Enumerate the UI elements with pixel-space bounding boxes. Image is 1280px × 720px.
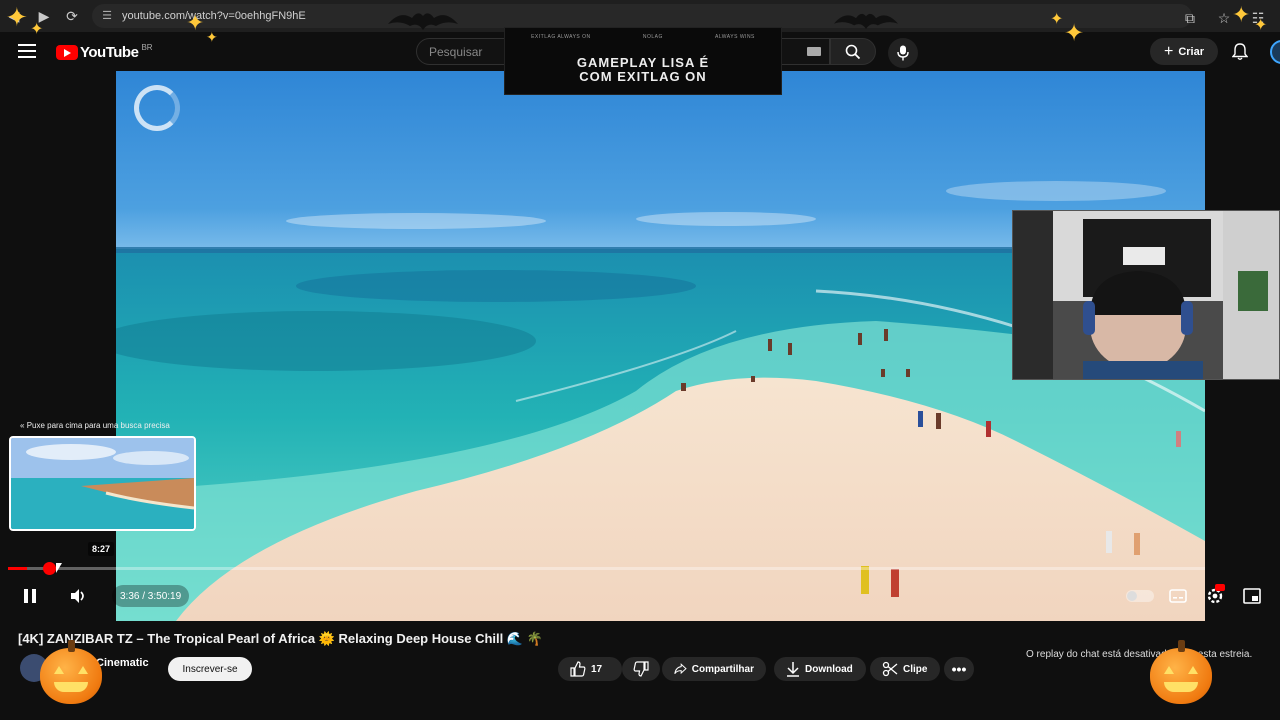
menu-icon[interactable] [18, 44, 36, 58]
fullscreen-icon[interactable] [1240, 584, 1264, 608]
player-controls: 3:36 / 3:50:19 [0, 582, 1280, 610]
volume-icon[interactable] [66, 584, 90, 608]
sponsor-title: GAMEPLAY LISA É COM EXITLAG ON [505, 56, 781, 84]
sparkle-decoration-icon: ✦ [186, 10, 205, 35]
preview-scene [11, 438, 194, 529]
mouse-cursor-icon [56, 563, 62, 573]
channel-watermark-icon[interactable] [134, 85, 180, 131]
notifications-button[interactable] [1230, 42, 1250, 62]
url-text: youtube.com/watch?v=0oehhgFN9hE [122, 10, 306, 22]
progress-played [8, 567, 27, 570]
search-placeholder: Pesquisar [429, 44, 483, 59]
sparkle-decoration-icon: ✦ [6, 2, 28, 32]
subscribe-button[interactable]: Inscrever-se [168, 657, 252, 681]
progress-bar[interactable] [8, 562, 1205, 575]
download-icon [787, 662, 799, 677]
site-info-icon[interactable]: ☰ [100, 9, 114, 23]
chat-replay-disabled-notice: O replay do chat está desativado para es… [1026, 649, 1253, 660]
sponsor-item: NOLAG [642, 34, 663, 40]
autoplay-toggle[interactable] [1126, 590, 1154, 602]
pumpkin-decoration-icon [40, 640, 102, 704]
sponsor-banner: EXITLAG ALWAYS ON NOLAG ALWAYS WINS GAME… [504, 27, 782, 95]
plus-icon: + [1163, 42, 1174, 60]
search-icon [845, 44, 861, 59]
sparkle-decoration-icon: ✦ [206, 29, 218, 45]
address-bar[interactable]: ☰ youtube.com/watch?v=0oehhgFN9hE [92, 4, 1192, 28]
share-label: Compartilhar [691, 663, 754, 675]
logo-text: YouTube [80, 44, 139, 61]
sparkle-decoration-icon: ✦ [1254, 17, 1268, 34]
voice-search-button[interactable] [888, 38, 918, 68]
pumpkin-decoration-icon [1150, 640, 1212, 704]
thumbs-up-icon [570, 661, 586, 677]
share-button[interactable]: Compartilhar [662, 657, 766, 681]
sponsor-item: ALWAYS WINS [715, 34, 755, 40]
sponsor-title-line: GAMEPLAY LISA É [576, 55, 710, 70]
seek-preview-time: 8:27 [88, 542, 115, 556]
hd-badge [1215, 584, 1225, 591]
scissors-icon [882, 661, 898, 677]
sponsor-title-line: COM EXITLAG ON [579, 69, 707, 84]
progress-scrubber[interactable] [43, 562, 56, 575]
settings-gear-icon[interactable] [1203, 584, 1227, 608]
bat-decoration-icon [834, 13, 898, 30]
clip-label: Clipe [903, 663, 928, 675]
video-title: [4K] ZANZIBAR TZ – The Tropical Pearl of… [18, 631, 543, 646]
sparkle-decoration-icon: ✦ [1064, 20, 1085, 47]
bell-icon [1232, 43, 1248, 60]
more-actions-button[interactable]: ••• [944, 657, 974, 681]
youtube-play-icon [56, 45, 78, 60]
pause-icon[interactable] [18, 584, 42, 608]
webcam-scene [1013, 211, 1279, 379]
like-count: 17 [591, 663, 603, 675]
chevron-up-icon: « [20, 421, 25, 430]
microphone-icon [897, 45, 909, 61]
sponsor-item: EXITLAG ALWAYS ON [531, 34, 591, 40]
download-button[interactable]: Download [774, 657, 866, 681]
youtube-logo[interactable]: YouTube BR [56, 43, 153, 61]
reload-icon[interactable]: ⟳ [58, 2, 86, 30]
sparkle-decoration-icon: ✦ [1232, 2, 1251, 27]
pull-up-hint-text: Puxe para cima para uma busca precisa [26, 421, 170, 430]
screen: ◀ ▶ ⟳ ☰ youtube.com/watch?v=0oehhgFN9hE … [0, 0, 1280, 720]
dislike-button[interactable] [622, 657, 660, 681]
search-button[interactable] [830, 38, 876, 65]
thumbs-down-icon [633, 661, 649, 677]
download-label: Download [805, 663, 853, 675]
pull-up-hint: « Puxe para cima para uma busca precisa [20, 421, 170, 430]
seek-preview-thumbnail [9, 436, 196, 531]
subtitles-icon[interactable] [1166, 584, 1190, 608]
bat-decoration-icon [388, 13, 458, 30]
more-dots-icon: ••• [951, 661, 967, 677]
country-code: BR [141, 43, 153, 52]
keyboard-icon[interactable] [807, 47, 821, 56]
account-avatar[interactable] [1270, 40, 1280, 64]
sparkle-decoration-icon: ✦ [30, 21, 44, 38]
sparkle-decoration-icon: ✦ [1050, 11, 1064, 28]
like-button[interactable]: 17 [558, 657, 622, 681]
webcam-overlay [1012, 210, 1280, 380]
create-button[interactable]: + Criar [1150, 38, 1218, 65]
time-display: 3:36 / 3:50:19 [112, 585, 190, 607]
clip-button[interactable]: Clipe [870, 657, 940, 681]
channel-name[interactable]: Cinematic [96, 657, 149, 669]
share-arrow-icon [674, 663, 687, 675]
install-icon[interactable]: ⧉ [1176, 4, 1204, 32]
create-label: Criar [1178, 45, 1205, 58]
sponsor-top-row: EXITLAG ALWAYS ON NOLAG ALWAYS WINS [505, 34, 781, 40]
